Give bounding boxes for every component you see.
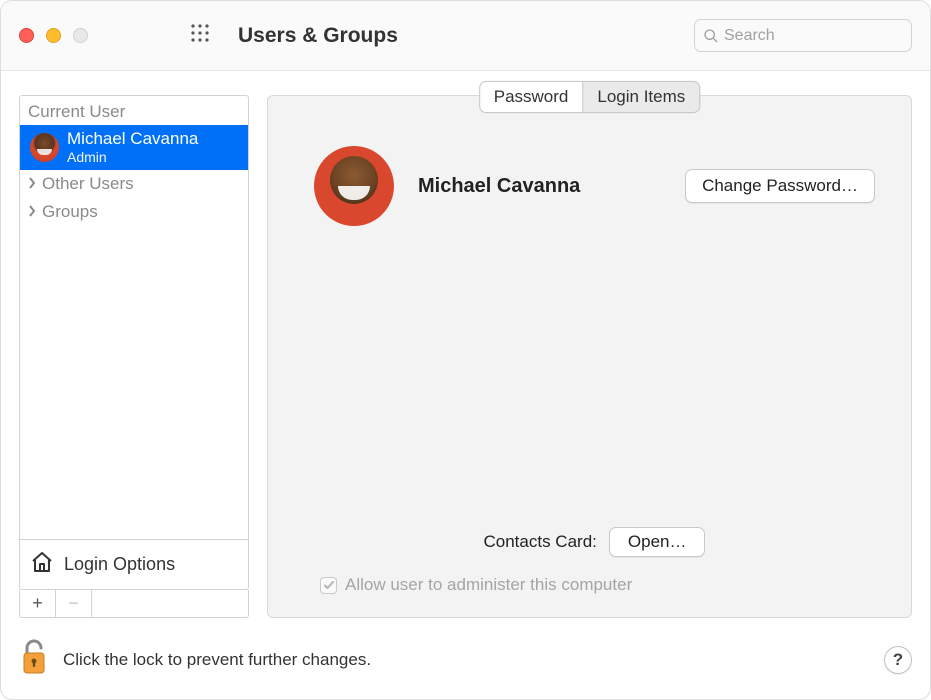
lock-icon[interactable]	[19, 638, 49, 681]
contacts-card-label: Contacts Card:	[484, 532, 597, 552]
window: Users & Groups Search Current User Micha…	[0, 0, 931, 700]
lock-text: Click the lock to prevent further change…	[63, 650, 371, 670]
minimize-button[interactable]	[46, 28, 61, 43]
admin-checkbox	[320, 577, 337, 594]
other-users-label: Other Users	[42, 174, 134, 194]
tab-bar: Password Login Items	[479, 81, 701, 113]
sidebar-item-other-users[interactable]: Other Users	[20, 170, 248, 198]
sidebar-item-current-user[interactable]: Michael Cavanna Admin	[20, 125, 248, 170]
username-label: Michael Cavanna	[418, 175, 580, 198]
search-placeholder: Search	[724, 27, 775, 45]
sidebar-user-role: Admin	[67, 149, 198, 165]
help-button[interactable]: ?	[884, 646, 912, 674]
remove-user-button	[56, 590, 92, 617]
user-list: Current User Michael Cavanna Admin Other…	[19, 95, 249, 590]
window-controls	[19, 28, 88, 43]
contacts-card-row: Contacts Card: Open…	[314, 527, 875, 557]
chevron-right-icon	[28, 202, 36, 222]
add-user-button[interactable]	[20, 590, 56, 617]
tab-login-items[interactable]: Login Items	[582, 82, 699, 112]
sidebar: Current User Michael Cavanna Admin Other…	[19, 95, 249, 618]
main-panel: Password Login Items Michael Cavanna Cha…	[267, 95, 912, 618]
footer: Click the lock to prevent further change…	[1, 628, 930, 699]
maximize-button	[73, 28, 88, 43]
search-icon	[703, 28, 719, 44]
admin-checkbox-label: Allow user to administer this computer	[345, 575, 632, 595]
close-button[interactable]	[19, 28, 34, 43]
current-user-header: Current User	[20, 96, 248, 125]
login-options-label: Login Options	[64, 554, 175, 575]
tab-content-password: Michael Cavanna Change Password… Contact…	[268, 96, 911, 617]
open-contacts-button[interactable]: Open…	[609, 527, 706, 557]
change-password-button[interactable]: Change Password…	[685, 169, 875, 203]
page-title: Users & Groups	[238, 24, 398, 48]
avatar[interactable]	[314, 146, 394, 226]
home-icon	[30, 550, 54, 579]
titlebar: Users & Groups Search	[1, 1, 930, 71]
tab-password[interactable]: Password	[480, 82, 583, 112]
admin-checkbox-row: Allow user to administer this computer	[314, 575, 875, 595]
profile-row: Michael Cavanna Change Password…	[314, 146, 875, 226]
login-options-button[interactable]: Login Options	[20, 539, 248, 589]
add-remove-bar	[19, 590, 249, 618]
search-input[interactable]: Search	[694, 19, 912, 52]
avatar-icon	[30, 133, 59, 162]
chevron-right-icon	[28, 174, 36, 194]
content: Current User Michael Cavanna Admin Other…	[1, 71, 930, 628]
show-all-icon[interactable]	[190, 23, 210, 48]
sidebar-user-name: Michael Cavanna	[67, 130, 198, 149]
groups-label: Groups	[42, 202, 98, 222]
nav-arrows	[138, 27, 166, 45]
sidebar-item-groups[interactable]: Groups	[20, 198, 248, 226]
